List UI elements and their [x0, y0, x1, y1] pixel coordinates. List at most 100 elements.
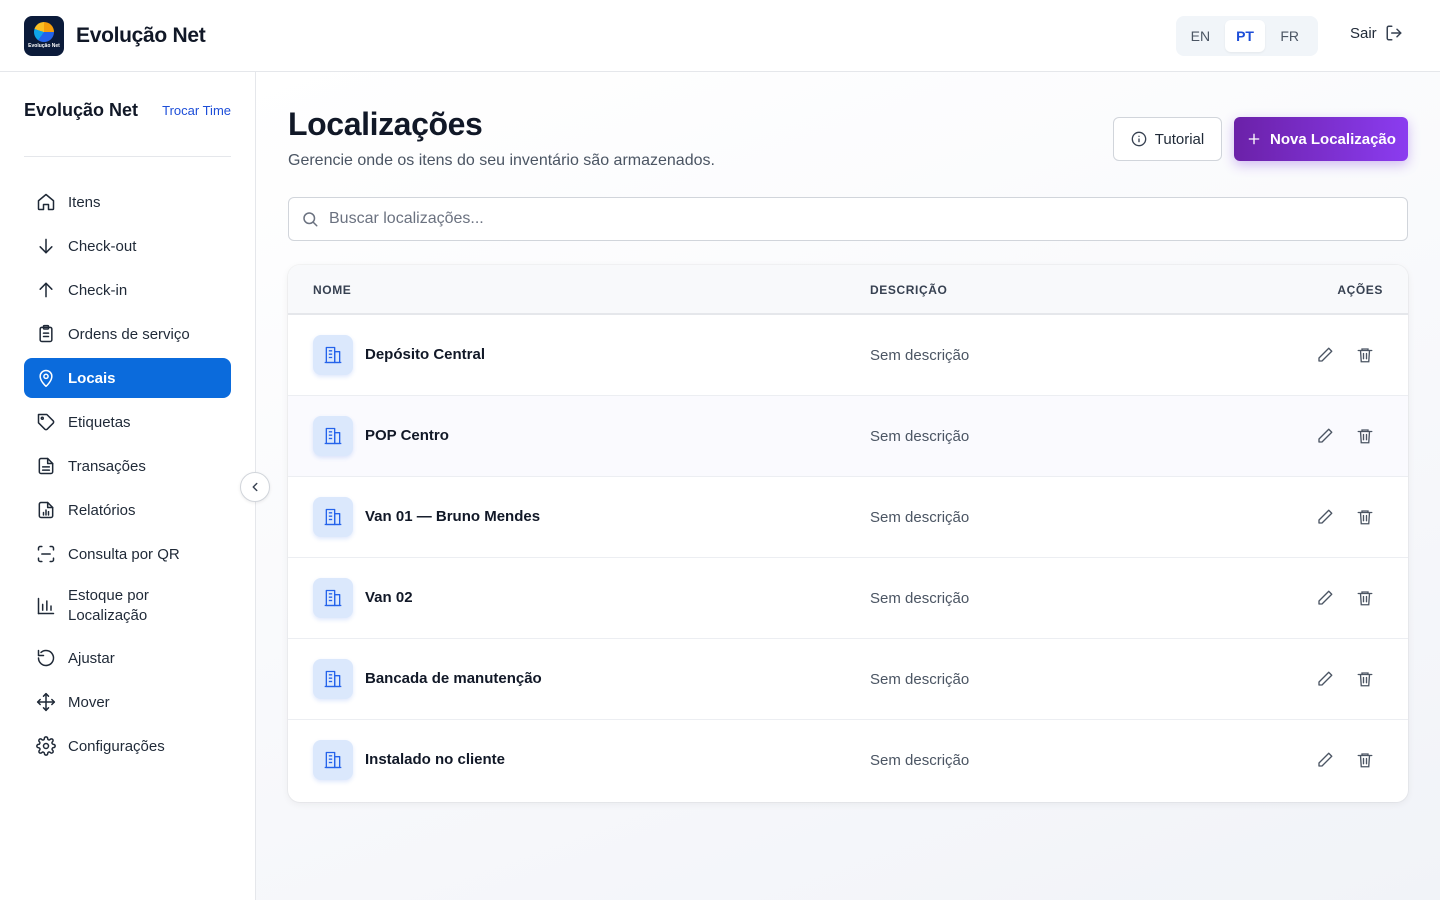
sidebar-item-label: Ajustar	[68, 649, 115, 667]
table-row[interactable]: Bancada de manutenção Sem descrição	[288, 639, 1408, 720]
sidebar-item-label: Configurações	[68, 737, 165, 755]
sidebar-item-label: Estoque por Localização	[68, 587, 149, 624]
lang-button-pt[interactable]: PT	[1224, 20, 1266, 52]
report-icon	[36, 500, 56, 520]
sidebar-item-label: Relatórios	[68, 501, 136, 519]
table-header: NOME DESCRIÇÃO AÇÕES	[288, 265, 1408, 315]
table-row[interactable]: Van 02 Sem descrição	[288, 558, 1408, 639]
sidebar-item-label: Ordens de serviço	[68, 325, 190, 343]
sidebar-item-configuracoes[interactable]: Configurações	[24, 726, 231, 766]
sidebar-item-mover[interactable]: Mover	[24, 682, 231, 722]
sidebar-item-check-out[interactable]: Check-out	[24, 226, 231, 266]
table-row[interactable]: Van 01 — Bruno Mendes Sem descrição	[288, 477, 1408, 558]
edit-icon[interactable]	[1315, 750, 1335, 770]
sidebar-item-label: Itens	[68, 193, 101, 211]
trash-icon[interactable]	[1355, 750, 1375, 770]
trash-icon[interactable]	[1355, 426, 1375, 446]
location-description: Sem descrição	[870, 671, 970, 688]
brand[interactable]: Evolução Net Evolução Net	[24, 16, 206, 56]
page-subtitle: Gerencie onde os itens do seu inventário…	[288, 152, 715, 169]
edit-icon[interactable]	[1315, 588, 1335, 608]
sidebar-item-label: Locais	[68, 369, 116, 387]
location-name: Instalado no cliente	[365, 751, 506, 768]
lang-button-fr[interactable]: FR	[1269, 20, 1310, 52]
sidebar: Evolução Net Trocar Time Itens Check-out…	[0, 72, 256, 900]
logo-globe-icon	[34, 22, 54, 42]
building-icon	[313, 416, 353, 456]
clipboard-icon	[36, 324, 56, 344]
sidebar-item-label: Transações	[68, 457, 146, 475]
sidebar-divider	[24, 156, 231, 157]
trash-icon[interactable]	[1355, 588, 1375, 608]
language-switcher: EN PT FR	[1176, 16, 1318, 56]
building-icon	[313, 659, 353, 699]
main-content: Localizações Gerencie onde os itens do s…	[256, 72, 1440, 900]
location-description: Sem descrição	[870, 509, 970, 526]
sidebar-item-ajustar[interactable]: Ajustar	[24, 638, 231, 678]
table-row[interactable]: POP Centro Sem descrição	[288, 396, 1408, 477]
edit-icon[interactable]	[1315, 426, 1335, 446]
scan-icon	[36, 544, 56, 564]
column-header-actions: AÇÕES	[1337, 283, 1383, 297]
team-row: Evolução Net Trocar Time	[24, 100, 231, 121]
table-row[interactable]: Depósito Central Sem descrição	[288, 315, 1408, 396]
search-box	[288, 197, 1408, 241]
info-icon	[1131, 131, 1147, 147]
team-name: Evolução Net	[24, 100, 139, 120]
building-icon	[313, 497, 353, 537]
location-description: Sem descrição	[870, 347, 970, 364]
location-name: Van 02	[365, 589, 413, 606]
logo-text: Evolução Net	[28, 43, 60, 49]
edit-icon[interactable]	[1315, 345, 1335, 365]
column-header-name[interactable]: NOME	[313, 283, 351, 297]
trash-icon[interactable]	[1355, 669, 1375, 689]
location-name: Van 01 — Bruno Mendes	[365, 508, 541, 525]
sidebar-item-label: Check-out	[68, 237, 137, 255]
location-description: Sem descrição	[870, 590, 970, 607]
sidebar-nav: Itens Check-out Check-in Ordens de servi…	[24, 182, 231, 770]
search-input[interactable]	[329, 210, 1379, 228]
sidebar-item-consulta-por-qr[interactable]: Consulta por QR	[24, 534, 231, 574]
new-location-button[interactable]: Nova Localização	[1234, 117, 1408, 161]
building-icon	[313, 335, 353, 375]
sidebar-item-relatorios[interactable]: Relatórios	[24, 490, 231, 530]
plus-icon	[1248, 133, 1260, 145]
location-description: Sem descrição	[870, 428, 970, 445]
home-icon	[36, 192, 56, 212]
rotate-icon	[36, 648, 56, 668]
building-icon	[313, 578, 353, 618]
logout-button[interactable]: Sair	[1350, 24, 1403, 42]
sidebar-item-locais[interactable]: Locais	[24, 358, 231, 398]
sidebar-item-label: Etiquetas	[68, 413, 131, 431]
sidebar-item-check-in[interactable]: Check-in	[24, 270, 231, 310]
sidebar-item-etiquetas[interactable]: Etiquetas	[24, 402, 231, 442]
tutorial-button[interactable]: Tutorial	[1113, 117, 1222, 161]
sidebar-item-itens[interactable]: Itens	[24, 182, 231, 222]
sidebar-item-transacoes[interactable]: Transações	[24, 446, 231, 486]
page-title: Localizações	[288, 106, 483, 142]
sidebar-item-ordens-de-servico[interactable]: Ordens de serviço	[24, 314, 231, 354]
table-row[interactable]: Instalado no cliente Sem descrição	[288, 720, 1408, 801]
brand-name: Evolução Net	[76, 24, 206, 47]
edit-icon[interactable]	[1315, 669, 1335, 689]
sidebar-item-estoque-por-localizacao[interactable]: Estoque por Localização	[24, 578, 231, 634]
tag-icon	[36, 412, 56, 432]
map-pin-icon	[36, 368, 56, 388]
location-name: POP Centro	[365, 427, 449, 444]
bar-chart-icon	[36, 596, 56, 616]
top-bar: Evolução Net Evolução Net EN PT FR Sair	[0, 0, 1440, 72]
gear-icon	[36, 736, 56, 756]
trash-icon[interactable]	[1355, 507, 1375, 527]
logout-icon	[1386, 25, 1402, 41]
sidebar-item-label: Consulta por QR	[68, 545, 180, 563]
column-header-description: DESCRIÇÃO	[870, 283, 948, 297]
location-name: Depósito Central	[365, 346, 486, 363]
collapse-sidebar-button[interactable]	[240, 472, 270, 502]
trash-icon[interactable]	[1355, 345, 1375, 365]
arrow-down-icon	[36, 236, 56, 256]
edit-icon[interactable]	[1315, 507, 1335, 527]
locations-table: NOME DESCRIÇÃO AÇÕES Depósito Central Se…	[288, 265, 1408, 802]
switch-team-link[interactable]: Trocar Time	[162, 103, 231, 118]
lang-button-en[interactable]: EN	[1180, 20, 1221, 52]
move-icon	[36, 692, 56, 712]
